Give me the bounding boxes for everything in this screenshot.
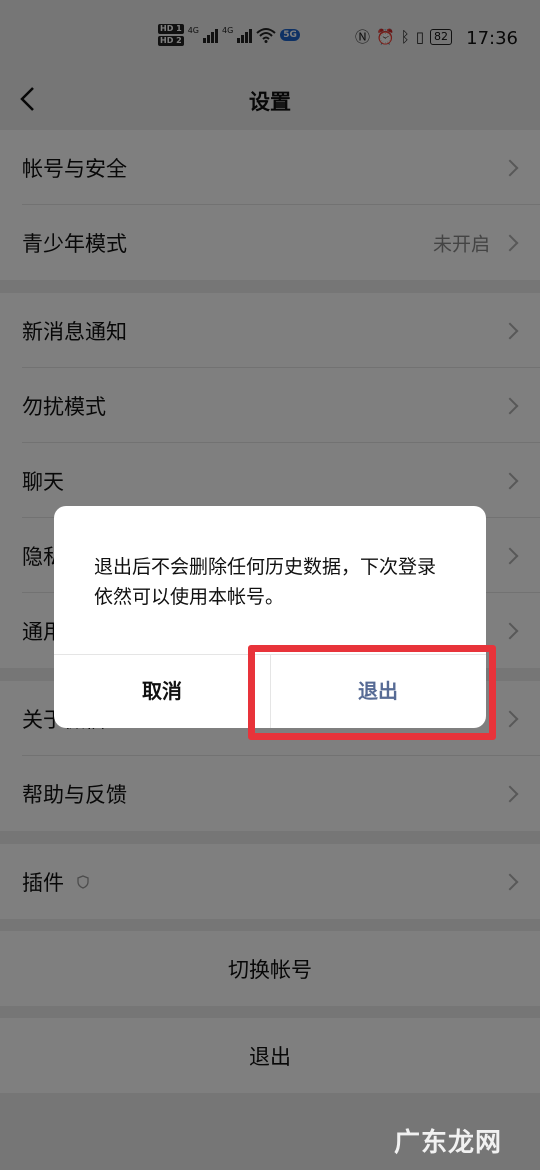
dialog-message: 退出后不会删除任何历史数据，下次登录依然可以使用本帐号。 bbox=[94, 556, 437, 608]
watermark: 广东龙网 bbox=[393, 1128, 502, 1158]
highlight-box bbox=[248, 645, 496, 740]
cancel-button[interactable]: 取消 bbox=[54, 655, 270, 728]
settings-screen: HD 1 HD 2 4G 4G 5G Ⓝ ⏰ ᛒ ▯ 82 17:36 bbox=[0, 0, 540, 1170]
